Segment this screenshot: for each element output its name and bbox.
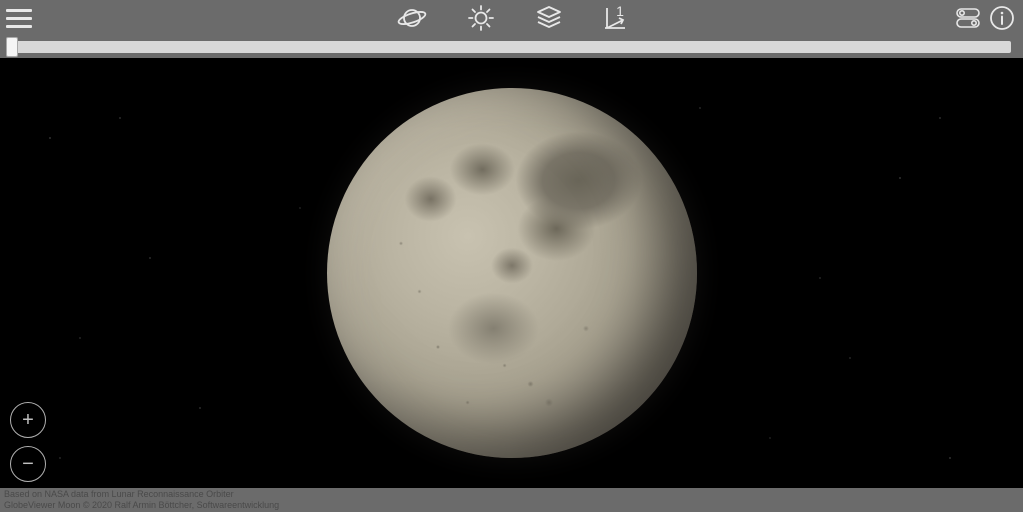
footer-credit-1: Based on NASA data from Lunar Reconnaiss…	[4, 489, 1019, 500]
layers-icon[interactable]	[535, 5, 563, 31]
zoom-out-button[interactable]: −	[10, 446, 46, 482]
globe-viewport[interactable]	[0, 58, 1023, 488]
planet-icon[interactable]	[397, 5, 427, 31]
time-slider-thumb[interactable]	[6, 37, 18, 57]
footer-bar: Based on NASA data from Lunar Reconnaiss…	[0, 488, 1023, 512]
menu-button[interactable]	[6, 3, 36, 33]
footer-credit-2: GlobeViewer Moon © 2020 Ralf Armin Böttc…	[4, 500, 1019, 511]
time-slider-track[interactable]	[12, 41, 1011, 53]
scale-value-text: 1	[616, 4, 624, 19]
sun-icon[interactable]	[467, 4, 495, 32]
scale-icon[interactable]: 1	[603, 4, 627, 32]
moon-globe[interactable]	[327, 88, 697, 458]
zoom-in-button[interactable]: +	[10, 402, 46, 438]
info-icon[interactable]	[989, 5, 1015, 31]
settings-toggle-icon[interactable]	[955, 7, 981, 29]
